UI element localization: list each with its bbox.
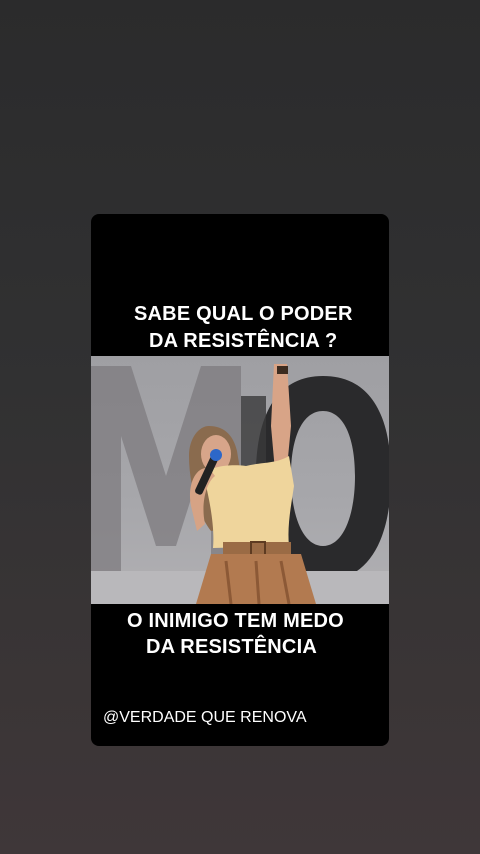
speaker-photo	[91, 356, 389, 604]
watermark-text: @VERDADE QUE RENOVA	[103, 709, 307, 726]
caption-top-line-2: DA RESISTÊNCIA ?	[149, 330, 338, 352]
speaker-image-icon	[91, 364, 389, 604]
story-card[interactable]: SABE QUAL O PODER DA RESISTÊNCIA ? O INI…	[91, 214, 389, 746]
caption-bottom-line-2: DA RESISTÊNCIA	[146, 636, 317, 658]
caption-top-line-1: SABE QUAL O PODER	[134, 303, 353, 325]
watermark: @VERDADE QUE RENOVA	[103, 709, 307, 727]
